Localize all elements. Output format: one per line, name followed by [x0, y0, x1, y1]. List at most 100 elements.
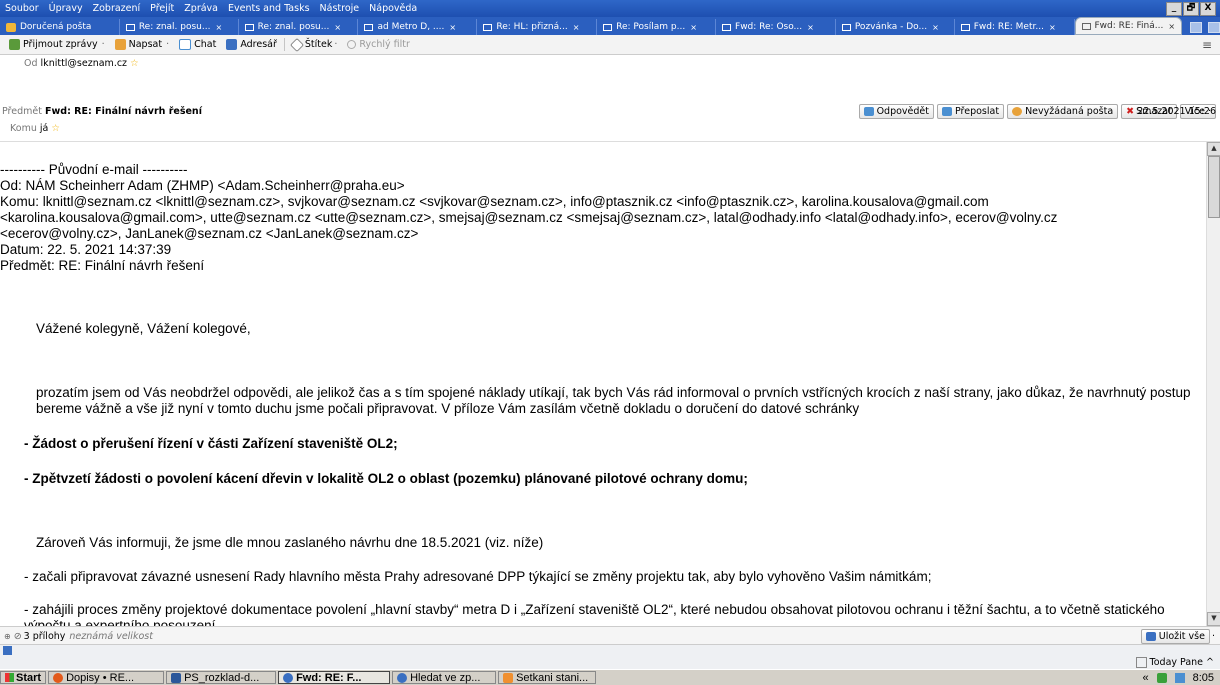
forward-icon	[941, 107, 952, 116]
hamburger-menu-icon[interactable]: ≡	[1202, 38, 1212, 52]
taskbar-item[interactable]: Setkani stani...	[498, 671, 597, 684]
scroll-up-arrow-icon[interactable]: ▲	[1207, 142, 1220, 156]
tab-close-icon[interactable]: ×	[449, 23, 456, 32]
write-button[interactable]: Napsat ·	[110, 39, 175, 50]
tab-message[interactable]: Re: znal. posu... ×	[239, 19, 359, 35]
envelope-icon	[125, 23, 135, 31]
taskbar-item-active[interactable]: Fwd: RE: F...	[278, 671, 391, 684]
calendar-tab-icon[interactable]	[1190, 21, 1203, 33]
dropdown-arrow-icon[interactable]: ·	[102, 39, 105, 50]
calendar-icon	[1135, 657, 1147, 668]
envelope-icon	[244, 23, 254, 31]
get-mail-icon	[9, 39, 20, 50]
taskbar-item-label: Fwd: RE: F...	[296, 671, 362, 684]
taskbar-item[interactable]: Hledat ve zp...	[392, 671, 497, 684]
address-book-button[interactable]: Adresář	[221, 39, 282, 50]
expand-attachments-icon[interactable]: ⊕	[4, 632, 11, 641]
quick-filter-button[interactable]: Rychlý filtr	[342, 39, 414, 50]
tab-label: Fwd: RE: Finá...	[1094, 21, 1164, 31]
tab-close-icon[interactable]: ×	[690, 23, 697, 32]
tab-close-icon[interactable]: ×	[1049, 23, 1056, 32]
chat-label: Chat	[194, 39, 217, 50]
address-book-icon	[226, 39, 238, 50]
firefox-icon	[53, 672, 64, 683]
save-dropdown-arrow-icon[interactable]: ·	[1212, 631, 1215, 642]
address-book-label: Adresář	[240, 39, 277, 50]
reply-button[interactable]: Odpovědět	[858, 104, 934, 119]
envelope-icon	[1081, 22, 1091, 30]
tab-label: Re: Posílam p...	[616, 22, 686, 32]
menu-prejit[interactable]: Přejít	[145, 3, 179, 14]
save-all-label: Uložit vše	[1158, 630, 1205, 642]
save-all-button[interactable]: Uložit vše	[1140, 628, 1210, 644]
tab-message[interactable]: Re: HL: přizná... ×	[477, 19, 598, 35]
today-pane-bar: Today Pane ^	[0, 657, 1220, 669]
close-window-button[interactable]: X	[1200, 1, 1216, 16]
tab-message[interactable]: Re: znal. posu... ×	[120, 19, 239, 35]
menu-events-tasks[interactable]: Events and Tasks	[223, 3, 315, 14]
tab-close-icon[interactable]: ×	[573, 23, 580, 32]
star-icon[interactable]: ☆	[130, 58, 139, 69]
tray-expand-icon[interactable]: «	[1142, 672, 1148, 684]
tab-message[interactable]: Re: Posílam p... ×	[597, 19, 717, 35]
tab-message[interactable]: Fwd: Re: Oso... ×	[716, 19, 836, 35]
restore-button[interactable]: 🗗	[1183, 1, 1199, 16]
menu-upravy[interactable]: Úpravy	[44, 3, 88, 14]
envelope-icon	[841, 23, 851, 31]
vertical-scrollbar[interactable]: ▲ ▼	[1206, 142, 1220, 626]
star-icon[interactable]: ☆	[51, 123, 60, 134]
minimize-button[interactable]: _	[1166, 1, 1182, 16]
envelope-icon	[364, 23, 374, 31]
get-mail-button[interactable]: Přijmout zprávy ·	[4, 39, 110, 50]
tab-label: Re: znal. posu...	[257, 22, 330, 32]
tab-close-icon[interactable]: ×	[215, 23, 222, 32]
reply-label: Odpovědět	[876, 106, 929, 117]
start-button[interactable]: Start	[0, 671, 47, 684]
toolbar-separator	[283, 38, 285, 51]
tab-close-icon[interactable]: ×	[807, 23, 814, 32]
scrollbar-thumb[interactable]	[1208, 156, 1220, 218]
dropdown-arrow-icon[interactable]: ·	[166, 39, 169, 50]
tasks-tab-icon[interactable]	[1208, 21, 1220, 33]
junk-button[interactable]: Nevyžádaná pošta	[1007, 104, 1119, 119]
forward-label: Přeposlat	[954, 106, 1000, 117]
to-value[interactable]: já	[40, 123, 48, 134]
original-from-line: Od: NÁM Scheinherr Adam (ZHMP) <Adam.Sch…	[0, 178, 405, 193]
date-row: 22.5.2021 15:26	[1137, 106, 1216, 117]
tab-message[interactable]: Pozvánka - Do... ×	[836, 19, 955, 35]
tab-bar: Doručená pošta Re: znal. posu... × Re: z…	[0, 17, 1220, 35]
tab-close-icon[interactable]: ×	[932, 23, 939, 32]
scroll-down-arrow-icon[interactable]: ▼	[1207, 612, 1220, 626]
start-label: Start	[16, 671, 42, 684]
network-icon[interactable]	[1156, 672, 1167, 683]
chat-button[interactable]: Chat	[174, 39, 221, 50]
menu-soubor[interactable]: Soubor	[0, 3, 44, 14]
subject-row: Předmět Fwd: RE: Finální návrh řešení	[2, 106, 202, 117]
attachments-count[interactable]: 3 přílohy	[24, 631, 66, 642]
search-icon	[347, 40, 357, 49]
taskbar-item-label: PS_rozklad-d...	[184, 671, 260, 684]
today-pane-toggle[interactable]: Today Pane ^	[1135, 657, 1214, 668]
taskbar-item[interactable]: Dopisy • RE...	[48, 671, 165, 684]
tab-message-active[interactable]: Fwd: RE: Finá... ×	[1074, 17, 1183, 35]
tab-close-icon[interactable]: ×	[1168, 22, 1175, 31]
taskbar-item-label: Dopisy • RE...	[66, 671, 135, 684]
subject-label: Předmět	[2, 106, 42, 117]
taskbar-item[interactable]: PS_rozklad-d...	[166, 671, 277, 684]
volume-icon[interactable]	[1174, 672, 1185, 683]
tab-message[interactable]: Fwd: RE: Metr... ×	[955, 19, 1075, 35]
menu-zprava[interactable]: Zpráva	[179, 3, 223, 14]
dropdown-arrow-icon[interactable]: ·	[334, 39, 337, 50]
paragraph-1: prozatím jsem od Vás neobdržel odpovědi,…	[36, 385, 1191, 416]
menu-nastroje[interactable]: Nástroje	[315, 3, 365, 14]
tab-close-icon[interactable]: ×	[334, 23, 341, 32]
from-value[interactable]: lknittl@seznam.cz	[41, 58, 128, 69]
menu-zobrazeni[interactable]: Zobrazení	[88, 3, 146, 14]
windows-logo-icon	[5, 673, 14, 682]
menu-napoveda[interactable]: Nápověda	[364, 3, 422, 14]
forward-button[interactable]: Přeposlat	[936, 104, 1005, 119]
tab-inbox[interactable]: Doručená pošta	[0, 19, 120, 35]
original-date-line: Datum: 22. 5. 2021 14:37:39	[0, 242, 172, 257]
tag-button[interactable]: Štítek ·	[287, 37, 343, 52]
tab-message[interactable]: ad Metro D, .... ×	[358, 19, 478, 35]
